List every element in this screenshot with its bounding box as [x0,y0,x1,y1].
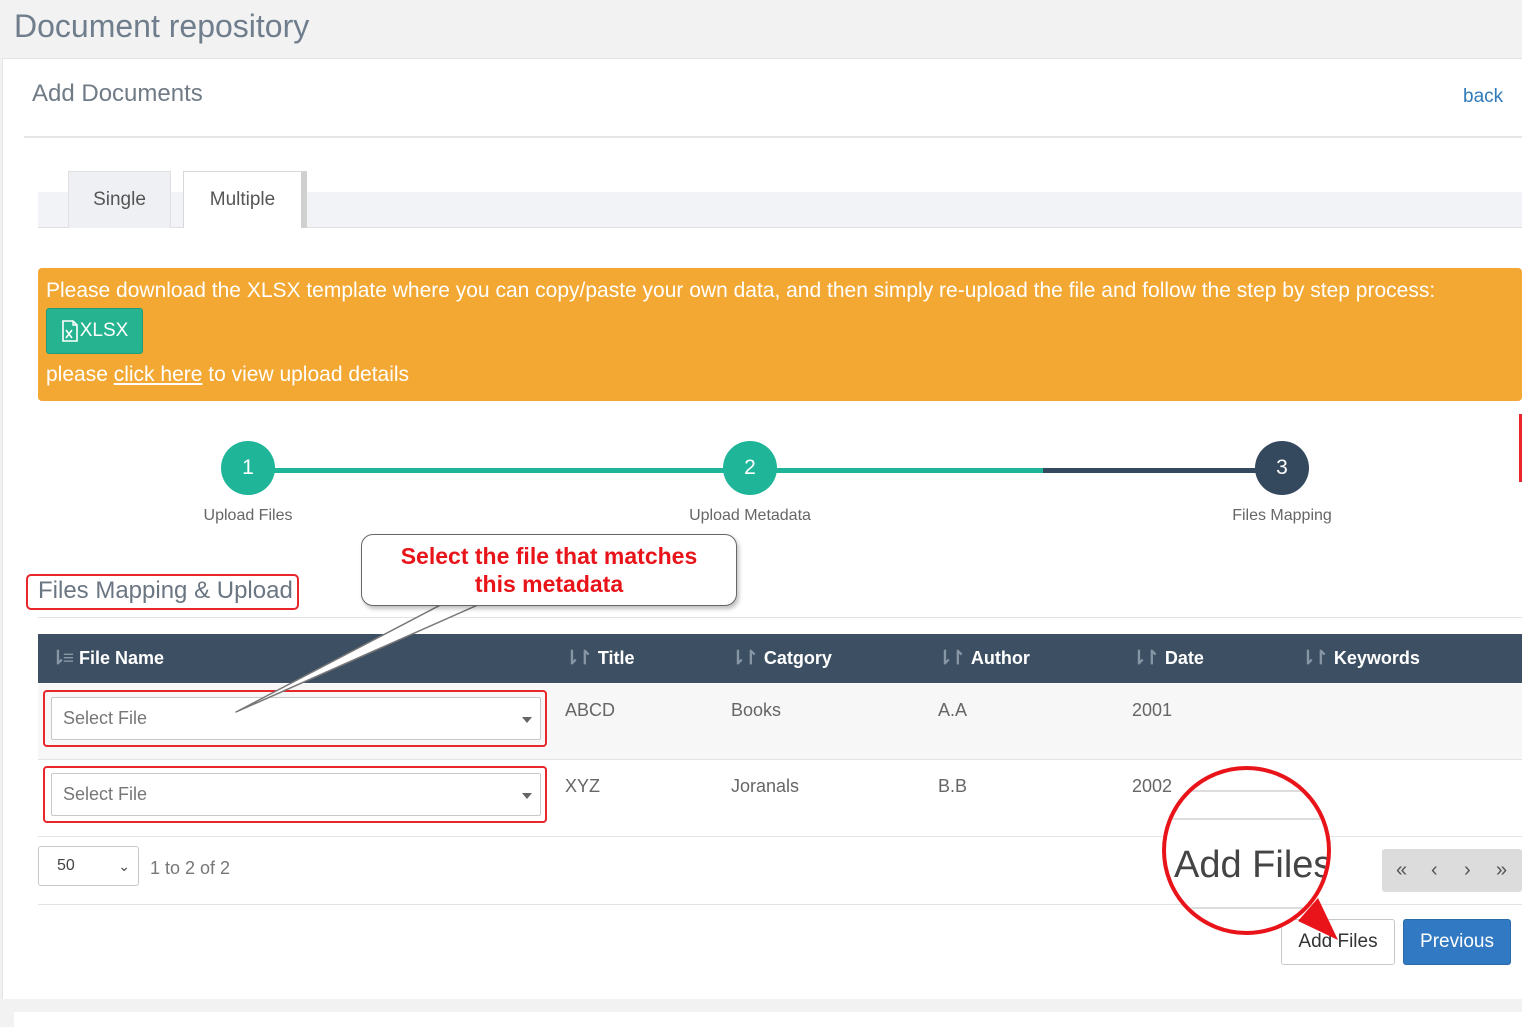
magnifier-line [1166,818,1327,820]
magnifier-line [1166,790,1327,792]
magnifier-text: Add Files [1174,844,1331,886]
magnifier-callout: Add Files [1162,766,1331,935]
magnifier-line [1166,907,1327,909]
